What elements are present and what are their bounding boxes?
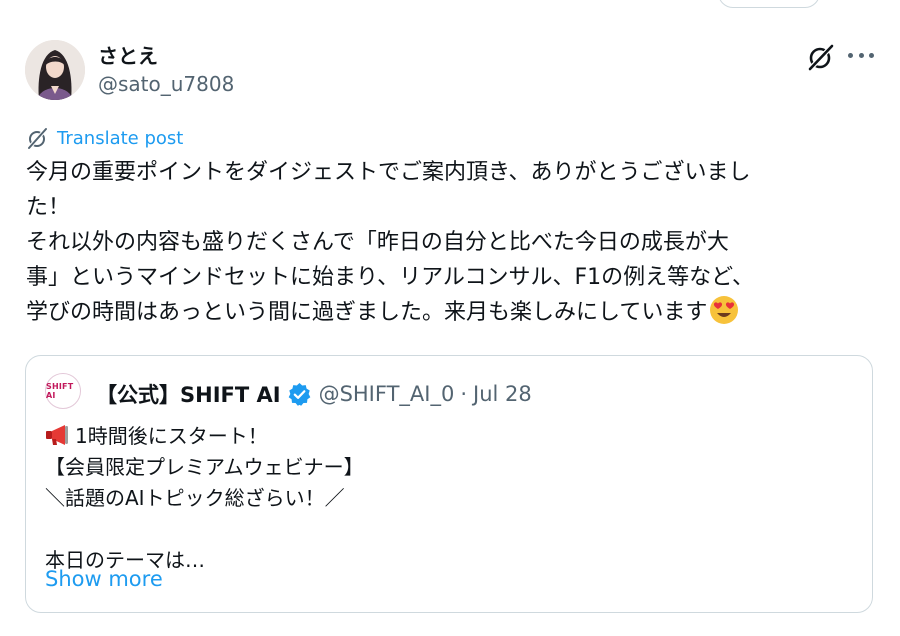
quote-date[interactable]: Jul 28 [473,382,532,406]
quote-text-content: 1時間後にスタート！ 【会員限定プレミアムウェビナー】 ＼話題のAIトピック総ざ… [45,424,364,572]
grok-icon[interactable] [806,42,836,72]
quote-author-name[interactable]: 【公式】SHIFT AI [96,379,281,409]
more-options-icon[interactable] [848,44,874,66]
verified-badge-icon [288,382,310,406]
avatar[interactable] [25,40,85,100]
top-pill-button[interactable] [718,0,820,8]
avatar-illustration [25,40,85,100]
quote-header: 【公式】SHIFT AI @SHIFT_AI_0 · Jul 28 [96,379,532,409]
quote-text: 1時間後にスタート！ 【会員限定プレミアムウェビナー】 ＼話題のAIトピック総ざ… [45,421,364,576]
post-body: 今月の重要ポイントをダイジェストでご案内頂き、ありがとうございまし た！ それ以… [26,155,871,330]
separator-dot: · [460,382,468,406]
quote-author-avatar[interactable]: SHIFT AI [45,373,81,409]
quoted-post-card[interactable]: SHIFT AI 【公式】SHIFT AI @SHIFT_AI_0 · Jul … [25,355,873,613]
post-text: 今月の重要ポイントをダイジェストでご案内頂き、ありがとうございまし た！ それ以… [26,160,755,325]
megaphone-emoji-icon [46,425,68,445]
show-more-link[interactable]: Show more [45,567,163,591]
quote-author-handle[interactable]: @SHIFT_AI_0 [319,382,455,406]
translate-icon [27,127,48,150]
translate-post-link[interactable]: Translate post [26,126,183,150]
translate-label: Translate post [57,127,184,149]
author-handle[interactable]: @sato_u7808 [98,72,234,96]
heart-eyes-emoji-icon [710,296,739,324]
author-display-name[interactable]: さとえ [98,40,158,69]
